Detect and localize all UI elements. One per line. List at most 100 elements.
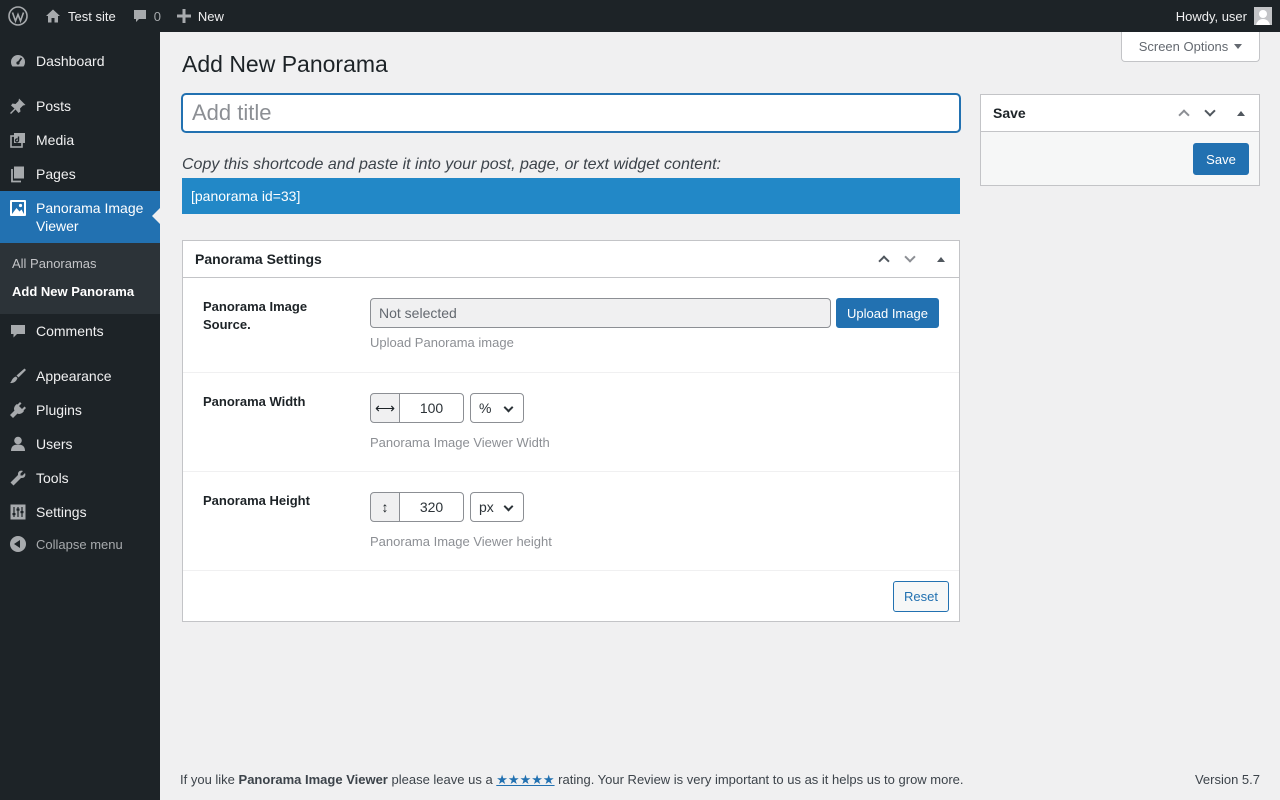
move-up-button[interactable] [871, 241, 897, 277]
admin-sidebar: Dashboard Posts Media Pages Panorama Ima… [0, 32, 160, 800]
move-up-button[interactable] [1171, 95, 1197, 131]
footer-version: Version 5.7 [1194, 772, 1260, 787]
sidebar-item-plugins[interactable]: Plugins [0, 401, 160, 419]
home-icon [46, 9, 60, 23]
setting-row-image-source: Panorama Image Source. Upload Image Uplo… [183, 278, 959, 373]
screen-options-label: Screen Options [1138, 39, 1229, 54]
sidebar-item-pages[interactable]: Pages [0, 165, 160, 183]
image-source-description: Upload Panorama image [370, 335, 514, 350]
submenu-all-panoramas[interactable]: All Panoramas [12, 256, 97, 271]
footer-plugin-name: Panorama Image Viewer [238, 772, 388, 787]
comment-bubble-icon [133, 10, 146, 22]
footer-thankyou: If you like Panorama Image Viewer please… [180, 772, 964, 787]
plugin-icon [0, 401, 36, 419]
comment-icon [0, 322, 36, 340]
caret-down-icon [1234, 44, 1243, 49]
wordpress-logo-icon[interactable] [0, 0, 36, 32]
screen-options-button[interactable]: Screen Options [1121, 32, 1260, 62]
chevron-down-icon [503, 501, 514, 512]
collapse-menu-label: Collapse menu [36, 536, 123, 552]
pages-icon [0, 165, 36, 183]
settings-handle-actions [871, 241, 959, 277]
height-description: Panorama Image Viewer height [370, 534, 552, 549]
height-input[interactable] [399, 492, 464, 522]
site-name-link[interactable]: Test site [36, 0, 124, 32]
collapse-menu-button[interactable]: Collapse menu [0, 536, 123, 552]
brush-icon [0, 367, 36, 385]
sidebar-item-media[interactable]: Media [0, 131, 160, 149]
save-postbox-header: Save [981, 95, 1259, 132]
current-menu-arrow [152, 208, 160, 224]
new-label: New [197, 8, 224, 24]
howdy-text: Howdy, user [1175, 8, 1247, 24]
submenu-add-new-panorama[interactable]: Add New Panorama [12, 284, 134, 299]
settings-icon [0, 503, 36, 521]
rating-stars-link[interactable]: ★★★★★ [496, 772, 554, 787]
comments-link[interactable]: 0 [124, 0, 169, 32]
sidebar-item-tools[interactable]: Tools [0, 469, 160, 487]
toggle-panel-button[interactable] [1223, 95, 1259, 131]
width-description: Panorama Image Viewer Width [370, 435, 550, 450]
shortcode-box[interactable]: [panorama id=33] [182, 178, 960, 214]
height-label: Panorama Height [203, 493, 310, 508]
avatar [1254, 7, 1272, 25]
wrench-icon [0, 469, 36, 487]
collapse-arrow-icon [10, 536, 26, 552]
vertical-arrows-icon: ↕ [370, 492, 400, 522]
admin-bar: Test site 0 New Howdy, user [0, 0, 1280, 32]
shortcode-help-text: Copy this shortcode and paste it into yo… [182, 156, 721, 173]
panorama-icon [0, 199, 36, 217]
save-postbox-body: Save [981, 132, 1259, 185]
width-unit-select[interactable]: % [470, 393, 524, 423]
move-down-button[interactable] [897, 241, 923, 277]
width-unit-value: % [479, 400, 492, 416]
sidebar-item-posts[interactable]: Posts [0, 97, 160, 115]
height-unit-value: px [479, 499, 494, 515]
caret-up-icon [1237, 110, 1245, 116]
image-source-input[interactable] [370, 298, 831, 328]
save-handle-actions [1171, 95, 1259, 131]
upload-image-button[interactable]: Upload Image [836, 298, 939, 328]
sidebar-item-comments[interactable]: Comments [0, 322, 160, 340]
post-title-input[interactable] [182, 94, 960, 132]
sidebar-item-panorama-image-viewer[interactable]: Panorama Image Viewer [0, 191, 160, 243]
setting-row-width: Panorama Width ⟷ % Panorama Image Viewer… [183, 373, 959, 472]
settings-postbox-header: Panorama Settings [183, 241, 959, 278]
save-postbox: Save Save [980, 94, 1260, 186]
sidebar-item-appearance[interactable]: Appearance [0, 367, 160, 385]
page-title: Add New Panorama [182, 51, 388, 77]
height-unit-select[interactable]: px [470, 492, 524, 522]
panorama-submenu: All Panoramas Add New Panorama [0, 243, 160, 314]
width-input[interactable] [399, 393, 464, 423]
my-account-link[interactable]: Howdy, user [1168, 0, 1280, 32]
shortcode-text: [panorama id=33] [191, 188, 301, 204]
panorama-settings-postbox: Panorama Settings Panorama Image Source.… [182, 240, 960, 622]
sidebar-item-settings[interactable]: Settings [0, 503, 160, 521]
save-button[interactable]: Save [1193, 143, 1249, 175]
chevron-down-icon [503, 402, 514, 413]
site-name: Test site [68, 8, 116, 24]
move-down-button[interactable] [1197, 95, 1223, 131]
horizontal-arrows-icon: ⟷ [370, 393, 400, 423]
image-source-label: Panorama Image Source. [203, 299, 308, 332]
sidebar-item-dashboard[interactable]: Dashboard [0, 52, 160, 70]
plus-icon [176, 9, 191, 23]
user-icon [0, 435, 36, 453]
toggle-panel-button[interactable] [923, 241, 959, 277]
chevron-up-icon [1178, 109, 1190, 121]
caret-up-icon [937, 256, 945, 262]
reset-button[interactable]: Reset [893, 581, 949, 612]
settings-postbox-title: Panorama Settings [195, 251, 322, 267]
new-content-link[interactable]: New [169, 0, 232, 32]
media-icon [0, 131, 36, 149]
chevron-down-icon [1204, 105, 1216, 117]
width-label: Panorama Width [203, 394, 306, 409]
sidebar-item-users[interactable]: Users [0, 435, 160, 453]
setting-row-height: Panorama Height ↕ px Panorama Image View… [183, 472, 959, 571]
comments-count: 0 [153, 8, 161, 24]
save-postbox-title: Save [993, 105, 1026, 121]
dashboard-icon [0, 52, 36, 70]
chevron-down-icon [904, 251, 916, 263]
pin-icon [0, 97, 36, 115]
chevron-up-icon [878, 255, 890, 267]
